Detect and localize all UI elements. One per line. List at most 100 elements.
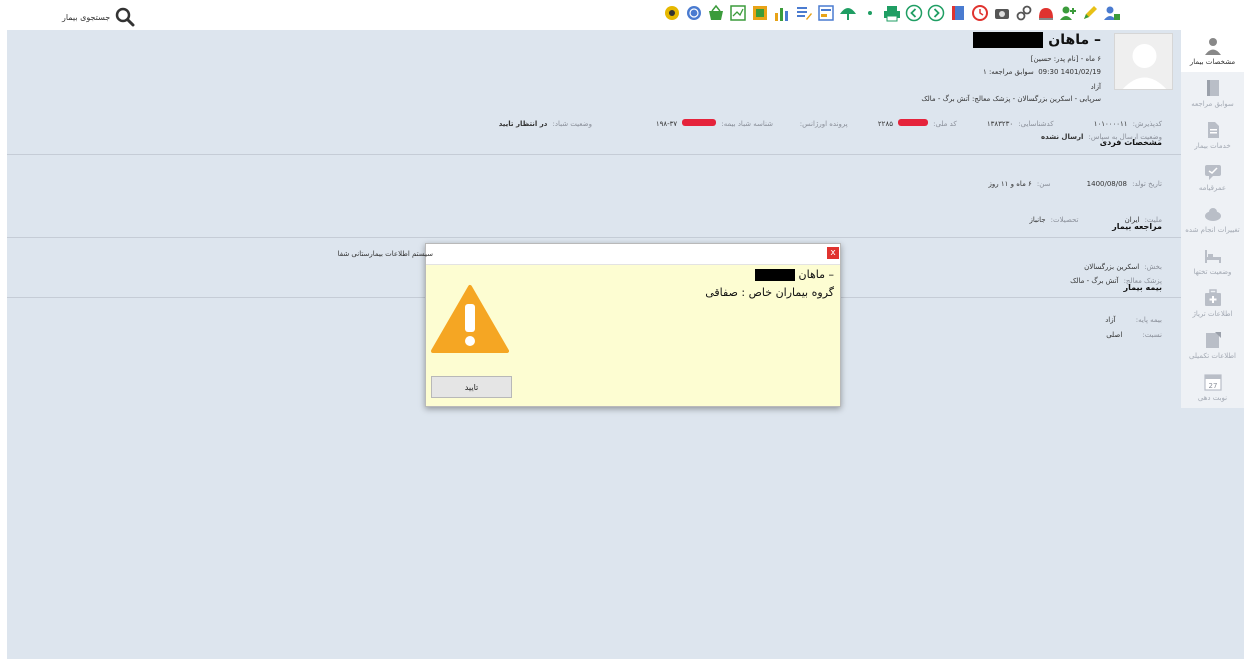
edit-list-icon[interactable] bbox=[795, 4, 813, 22]
dialog-title: سیستم اطلاعات بیمارستانی شفا bbox=[337, 250, 433, 258]
dialog-patient-name: – ماهان bbox=[755, 268, 834, 281]
name-redaction bbox=[973, 32, 1044, 48]
divider bbox=[7, 237, 1181, 238]
birth-value: 1400/08/08 bbox=[1086, 180, 1128, 188]
special-patient-dialog: سیستم اطلاعات بیمارستانی شفا x – ماهان گ… bbox=[338, 243, 841, 407]
fingerprint-icon[interactable] bbox=[685, 4, 703, 22]
patient-search[interactable]: جستجوی بیمار bbox=[62, 6, 136, 28]
shebad-status-label: وضعیت شباد: bbox=[552, 120, 593, 128]
shebad-redaction bbox=[682, 119, 717, 126]
sidebar-item-triage[interactable]: اطلاعات ترياژ bbox=[1181, 282, 1244, 324]
shebad-status-row: وضعیت شباد: در انتظار تایید bbox=[499, 111, 592, 130]
sidebar-item-changes[interactable]: تغییرات انجام شده bbox=[1181, 198, 1244, 240]
relation-label: نسبت: bbox=[1142, 331, 1162, 339]
sidebar-item-label: نوبت دهی bbox=[1197, 394, 1228, 402]
divider bbox=[7, 154, 1181, 155]
ok-button[interactable]: تایید bbox=[431, 376, 512, 398]
document-icon bbox=[1207, 122, 1219, 138]
insurance-title: بیمه بیمار bbox=[1123, 283, 1162, 292]
education-value: جانباز bbox=[1029, 216, 1046, 224]
patient-name-text: – ماهان bbox=[1048, 32, 1101, 48]
user-add-icon[interactable] bbox=[1059, 4, 1077, 22]
dialog-message: گروه بیماران خاص : صفاقی bbox=[705, 286, 834, 299]
sidebar-item-label: خدمات بیمار bbox=[1194, 142, 1231, 150]
forward-icon[interactable] bbox=[927, 4, 945, 22]
sidebar-item-appointments[interactable]: 27 نوبت دهی bbox=[1181, 366, 1244, 408]
melli-code-value: ۲۲۸۵ bbox=[877, 120, 893, 128]
sidebar-item-extra-info[interactable]: اطلاعات تکمیلی bbox=[1181, 324, 1244, 366]
emergency-file-label: پرونده اورژانس: bbox=[799, 120, 848, 128]
birth-row: تاریخ تولد: 1400/08/08 سن: ۶ ماه و ۱۱ رو… bbox=[989, 171, 1162, 190]
department-line: سرپایی - اسکرین بزرگسالان - پزشک معالج: … bbox=[921, 95, 1101, 103]
flag-icon[interactable] bbox=[751, 4, 769, 22]
toolbar-icons bbox=[663, 4, 1121, 22]
sidebar-item-visit-history[interactable]: سوابق مراجعه bbox=[1181, 72, 1244, 114]
right-sidebar: مشخصات بیمار سوابق مراجعه خدمات بیمار عم… bbox=[1181, 30, 1244, 408]
pencil-icon[interactable] bbox=[1081, 4, 1099, 22]
melli-code-redaction bbox=[898, 119, 929, 126]
calendar-day: 27 bbox=[1208, 382, 1217, 390]
sidebar-item-label: سوابق مراجعه bbox=[1191, 100, 1234, 108]
patient-search-label: جستجوی بیمار bbox=[62, 12, 111, 22]
sidebar-item-services[interactable]: خدمات بیمار bbox=[1181, 114, 1244, 156]
chart-box-icon[interactable] bbox=[729, 4, 747, 22]
book-icon[interactable] bbox=[949, 4, 967, 22]
link-icon[interactable] bbox=[1015, 4, 1033, 22]
calendar-icon: 27 bbox=[1203, 374, 1222, 391]
age-label: سن: bbox=[1036, 180, 1051, 188]
sidebar-item-beds[interactable]: وضعیت تختها bbox=[1181, 240, 1244, 282]
visit-date: 1401/02/19 09:30 bbox=[1038, 68, 1101, 76]
search-icon[interactable] bbox=[114, 6, 136, 28]
form-icon[interactable] bbox=[817, 4, 835, 22]
gear-icon[interactable] bbox=[663, 4, 681, 22]
visit-title: مراجعه بیمار bbox=[1112, 222, 1162, 231]
camera-icon[interactable] bbox=[993, 4, 1011, 22]
back-icon[interactable] bbox=[905, 4, 923, 22]
relation-value: اصلی bbox=[1106, 331, 1123, 339]
personal-title: مشخصات فردی bbox=[1099, 138, 1162, 147]
dialog-name-redaction bbox=[755, 269, 796, 281]
top-toolbar: جستجوی بیمار bbox=[0, 0, 1244, 30]
book-icon bbox=[1206, 80, 1219, 96]
dialog-close-button[interactable]: x bbox=[827, 247, 839, 259]
umbrella-icon[interactable] bbox=[839, 4, 857, 22]
age-value: ۶ ماه و ۱۱ روز bbox=[988, 180, 1032, 188]
visit-history: سوابق مراجعه: ۱ bbox=[982, 68, 1034, 76]
visit-line: 1401/02/19 09:30 سوابق مراجعه: ۱ bbox=[983, 68, 1101, 76]
shebad-row: شناسه شباد بیمه: ۳۷-۱۹۸ bbox=[656, 111, 773, 130]
sidebar-item-patient-info[interactable]: مشخصات بیمار bbox=[1181, 30, 1244, 72]
ambulance-icon[interactable] bbox=[1037, 4, 1055, 22]
dialog-name-text: – ماهان bbox=[798, 268, 834, 281]
printer-icon[interactable] bbox=[883, 4, 901, 22]
sidebar-item-label: عمرقیامه bbox=[1198, 184, 1227, 192]
bar-chart-icon[interactable] bbox=[773, 4, 791, 22]
sidebar-item-report[interactable]: عمرقیامه bbox=[1181, 156, 1244, 198]
melli-code-label: کد ملی: bbox=[933, 120, 957, 128]
doctor-value: آتش برگ - مالک bbox=[1070, 277, 1119, 285]
clock-icon[interactable] bbox=[971, 4, 989, 22]
basket-icon[interactable] bbox=[707, 4, 725, 22]
sidebar-item-label: اطلاعات ترياژ bbox=[1192, 310, 1233, 318]
user-lock-icon[interactable] bbox=[1103, 4, 1121, 22]
sidebar-item-label: تغییرات انجام شده bbox=[1185, 226, 1240, 234]
dot-menu-icon[interactable] bbox=[861, 4, 879, 22]
national-code-value: ۱۳۸۳۲۳۰ bbox=[986, 120, 1014, 128]
sidebar-item-label: مشخصات بیمار bbox=[1189, 58, 1236, 66]
patient-name: – ماهان bbox=[973, 32, 1101, 48]
birth-label: تاریخ تولد: bbox=[1132, 180, 1162, 188]
left-border bbox=[0, 30, 7, 659]
shebad-value: ۳۷-۱۹۸ bbox=[655, 120, 678, 128]
note-icon bbox=[1205, 332, 1221, 348]
sidebar-item-label: اطلاعات تکمیلی bbox=[1189, 352, 1236, 360]
send-status-value: ارسال نشده bbox=[1041, 133, 1084, 141]
user-icon bbox=[1204, 38, 1221, 55]
insurance-status: آزاد bbox=[1090, 83, 1101, 91]
relation-row: نسبت: اصلی bbox=[1106, 322, 1162, 341]
medkit-icon bbox=[1204, 289, 1221, 306]
age-father: ۶ ماه - [نام پدر: حسین] bbox=[1030, 55, 1101, 63]
sidebar-item-label: وضعیت تختها bbox=[1193, 268, 1232, 276]
shebad-status-value: در انتظار تایید bbox=[498, 120, 548, 128]
bed-icon bbox=[1204, 250, 1221, 263]
patient-photo bbox=[1114, 33, 1173, 90]
shebad-label: شناسه شباد بیمه: bbox=[721, 120, 773, 128]
